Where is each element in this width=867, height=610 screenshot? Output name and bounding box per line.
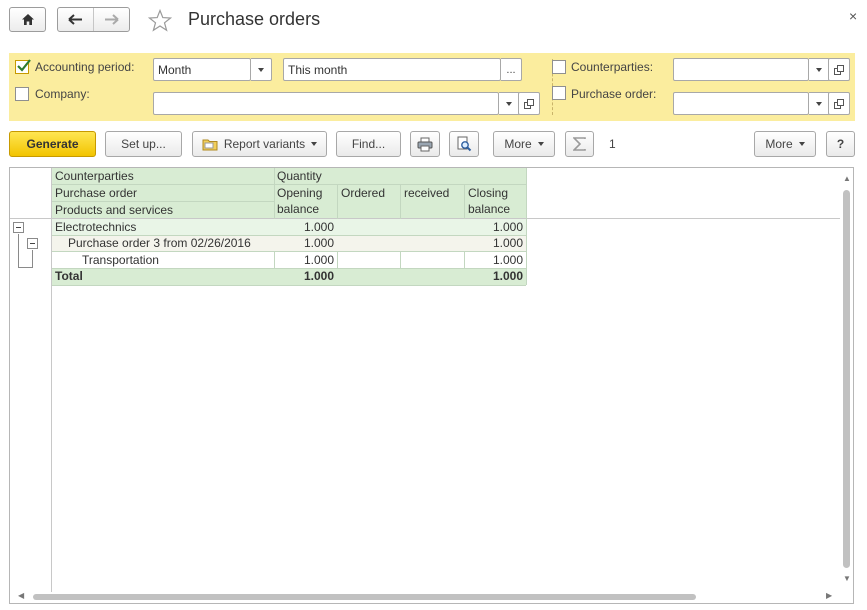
purchase-order-dropdown-button[interactable]: [809, 92, 830, 115]
more-menu-button[interactable]: More: [754, 131, 816, 157]
sigma-icon: [573, 137, 586, 151]
scroll-left-arrow[interactable]: ◀: [18, 591, 24, 600]
collapse-group-toggle[interactable]: [13, 222, 24, 233]
row-closing-balance[interactable]: 1.000: [464, 252, 526, 268]
scroll-right-arrow[interactable]: ▶: [826, 591, 832, 600]
counterparties-dropdown-button[interactable]: [809, 58, 830, 81]
header-opening-balance-line1: Opening: [277, 186, 323, 200]
sum-button[interactable]: [565, 131, 594, 157]
grid-line: [52, 285, 526, 286]
collapse-subgroup-toggle[interactable]: [27, 238, 38, 249]
header-closing-balance-line2: balance: [468, 202, 511, 216]
filter-panel: Accounting period: Month This month ... …: [9, 53, 855, 121]
more-actions-button[interactable]: More: [493, 131, 555, 157]
tree-line: [32, 250, 33, 268]
header-received: received: [404, 186, 450, 200]
period-select-button[interactable]: ...: [501, 58, 522, 81]
horizontal-scrollbar-thumb[interactable]: [33, 594, 696, 600]
header-closing-balance-line1: Closing: [468, 186, 509, 200]
print-preview-button[interactable]: [449, 131, 479, 157]
more-label: More: [504, 137, 532, 151]
printer-icon: [417, 137, 433, 151]
period-type-select[interactable]: Month: [153, 58, 251, 81]
chevron-down-icon: [258, 67, 264, 72]
counterparties-checkbox[interactable]: [552, 60, 566, 74]
company-checkbox[interactable]: [15, 87, 29, 101]
header-products-services: Products and services: [55, 203, 174, 217]
header-quantity: Quantity: [277, 169, 322, 183]
report-area[interactable]: Counterparties Purchase order Products a…: [9, 167, 854, 604]
header-counterparties: Counterparties: [55, 169, 134, 183]
scroll-up-arrow[interactable]: ▲: [843, 174, 851, 183]
total-closing-balance[interactable]: 1.000: [464, 268, 526, 284]
open-form-icon: [524, 98, 534, 109]
period-type-dropdown-button[interactable]: [251, 58, 272, 81]
arrow-left-icon: [68, 14, 82, 25]
print-preview-icon: [457, 136, 472, 152]
help-button[interactable]: ?: [826, 131, 855, 157]
purchase-order-label: Purchase order:: [571, 87, 657, 101]
row-name[interactable]: Electrotechnics: [52, 219, 136, 235]
favorite-button[interactable]: [147, 8, 173, 35]
chevron-down-icon: [816, 101, 822, 106]
star-icon: [147, 8, 173, 32]
counterparties-open-button[interactable]: [828, 58, 850, 81]
header-opening-balance-line2: balance: [277, 202, 320, 216]
grid-line: [526, 168, 527, 285]
home-button[interactable]: [9, 7, 46, 32]
print-button[interactable]: [410, 131, 440, 157]
forward-button[interactable]: [94, 8, 130, 31]
row-name[interactable]: Transportation: [79, 252, 159, 268]
total-opening-balance[interactable]: 1.000: [274, 268, 337, 284]
page-title: Purchase orders: [188, 9, 321, 29]
row-name[interactable]: Purchase order 3 from 02/26/2016: [65, 235, 251, 251]
find-button[interactable]: Find...: [336, 131, 401, 157]
chevron-down-icon: [798, 142, 805, 146]
row-opening-balance[interactable]: 1.000: [274, 235, 337, 251]
close-icon[interactable]: ×: [849, 8, 857, 24]
row-closing-balance[interactable]: 1.000: [464, 219, 526, 235]
company-label: Company:: [35, 87, 90, 101]
checkmark-icon: [17, 59, 31, 72]
purchase-order-open-button[interactable]: [828, 92, 850, 115]
scroll-down-arrow[interactable]: ▼: [843, 574, 851, 583]
accounting-period-checkbox[interactable]: [15, 59, 31, 74]
more-menu-label: More: [765, 137, 793, 151]
history-nav: [57, 7, 130, 32]
chevron-down-icon: [311, 142, 318, 146]
vertical-scrollbar-thumb[interactable]: [843, 190, 850, 568]
report-variants-label: Report variants: [223, 137, 306, 151]
back-button[interactable]: [58, 8, 94, 31]
generate-button[interactable]: Generate: [9, 131, 96, 157]
open-form-icon: [834, 64, 844, 75]
company-open-button[interactable]: [518, 92, 540, 115]
folder-icon: [202, 139, 218, 151]
row-closing-balance[interactable]: 1.000: [464, 235, 526, 251]
tree-line: [18, 234, 19, 268]
setup-button[interactable]: Set up...: [105, 131, 182, 157]
company-dropdown-button[interactable]: [499, 92, 520, 115]
header-purchase-order: Purchase order: [55, 186, 138, 200]
purchase-order-checkbox[interactable]: [552, 86, 566, 100]
arrow-right-icon: [104, 14, 119, 25]
chevron-down-icon: [506, 101, 512, 106]
total-label[interactable]: Total: [52, 268, 83, 284]
accounting-period-label: Accounting period:: [35, 60, 135, 74]
counterparties-field[interactable]: [673, 58, 809, 81]
header-ordered: Ordered: [341, 186, 386, 200]
report-variants-button[interactable]: Report variants: [192, 131, 327, 157]
period-value-field[interactable]: This month: [283, 58, 501, 81]
counterparties-label: Counterparties:: [571, 60, 654, 74]
open-form-icon: [834, 98, 844, 109]
sum-value: 1: [609, 137, 616, 151]
company-field[interactable]: [153, 92, 499, 115]
row-opening-balance[interactable]: 1.000: [274, 252, 337, 268]
home-icon: [21, 14, 34, 25]
purchase-order-field[interactable]: [673, 92, 809, 115]
chevron-down-icon: [816, 67, 822, 72]
tree-line: [18, 267, 33, 268]
row-opening-balance[interactable]: 1.000: [274, 219, 337, 235]
chevron-down-icon: [537, 142, 544, 146]
